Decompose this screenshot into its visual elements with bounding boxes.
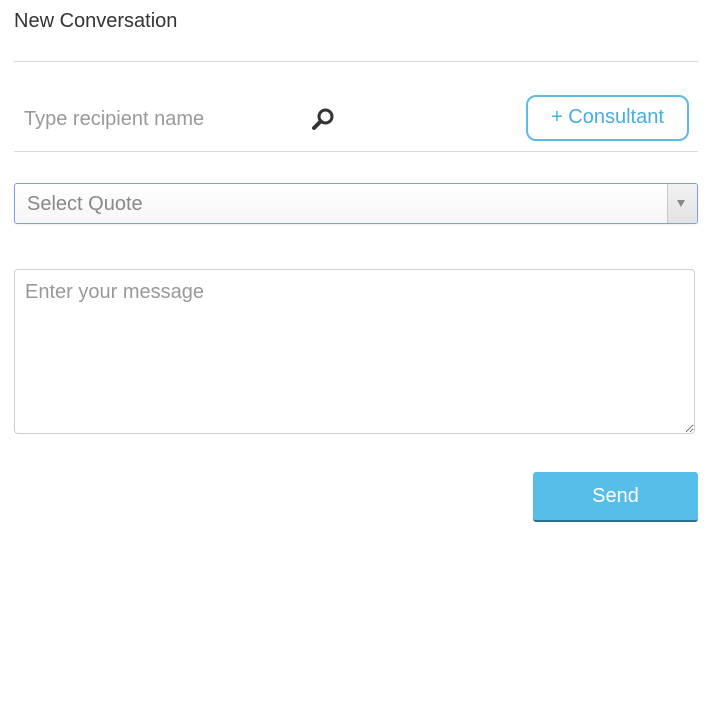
select-quote-dropdown[interactable]: Select Quote <box>14 183 698 224</box>
chevron-down-icon <box>677 200 685 207</box>
add-consultant-button[interactable]: + Consultant <box>526 95 689 141</box>
recipient-search-input[interactable] <box>14 98 304 140</box>
page-title: New Conversation <box>14 10 178 32</box>
recipient-divider <box>14 151 698 152</box>
new-conversation-panel: New Conversation + Consultant Select Quo… <box>0 0 714 704</box>
message-textarea[interactable] <box>14 269 695 434</box>
header-divider <box>14 61 698 62</box>
select-quote-value: Select Quote <box>27 193 143 215</box>
search-icon[interactable] <box>309 106 337 134</box>
select-arrow-button[interactable] <box>667 184 697 223</box>
send-button[interactable]: Send <box>533 472 698 522</box>
